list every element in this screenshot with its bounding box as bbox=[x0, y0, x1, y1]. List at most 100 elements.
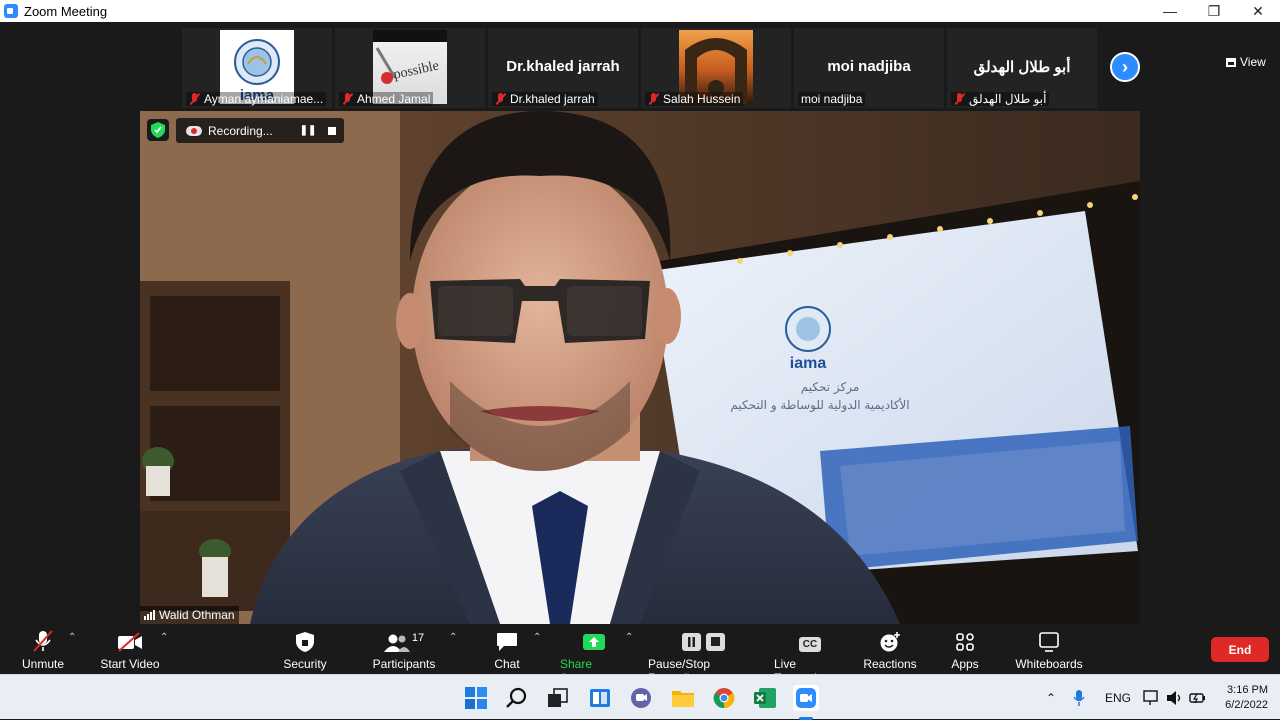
muted-mic-icon bbox=[648, 93, 660, 105]
participants-count: 17 bbox=[411, 632, 425, 644]
security-button[interactable]: Security bbox=[280, 630, 330, 671]
end-meeting-button[interactable]: End bbox=[1211, 637, 1269, 662]
video-options-caret[interactable]: ⌃ bbox=[160, 632, 168, 643]
apps-label: Apps bbox=[951, 657, 979, 671]
participant-name: Salah Hussein bbox=[645, 92, 744, 106]
active-speaker-video: iama مركز تحكيم الأكاديمية الدولية للوسا… bbox=[140, 111, 1140, 624]
unmute-label: Unmute bbox=[21, 657, 65, 671]
pause-recording-button[interactable]: ❚❚ bbox=[296, 125, 320, 136]
reactions-smiley-icon bbox=[879, 630, 901, 652]
clock-date: 6/2/2022 bbox=[1225, 698, 1268, 711]
network-icon[interactable] bbox=[1143, 675, 1161, 720]
participant-tile[interactable]: Salah Hussein bbox=[641, 28, 791, 108]
screen-logo: iama bbox=[790, 355, 827, 372]
battery-icon[interactable] bbox=[1189, 675, 1207, 720]
participants-label: Participants bbox=[372, 657, 436, 671]
muted-mic-icon bbox=[495, 93, 507, 105]
excel-icon[interactable] bbox=[752, 685, 778, 711]
signal-strength-icon bbox=[144, 610, 155, 620]
chevron-right-icon: › bbox=[1122, 56, 1128, 77]
muted-mic-icon bbox=[342, 93, 354, 105]
clock-time: 3:16 PM bbox=[1227, 683, 1268, 696]
show-hidden-icons[interactable]: ⌃ bbox=[1046, 675, 1056, 720]
reactions-label: Reactions bbox=[863, 657, 917, 671]
microphone-tray-icon[interactable] bbox=[1072, 675, 1086, 720]
apps-icon bbox=[955, 630, 975, 652]
participant-tile[interactable]: moi nadjiba moi nadjiba bbox=[794, 28, 944, 108]
chat-options-caret[interactable]: ⌃ bbox=[533, 632, 541, 643]
stop-recording-button[interactable] bbox=[320, 126, 344, 135]
cloud-recording-icon bbox=[186, 125, 202, 136]
windows-start-icon[interactable] bbox=[463, 685, 489, 711]
task-view-icon[interactable] bbox=[545, 685, 571, 711]
meeting-controls: Unmute ⌃ Start Video ⌃ Security 17 Parti… bbox=[0, 624, 1280, 685]
closed-caption-icon: CC bbox=[798, 630, 822, 652]
video-off-icon bbox=[117, 630, 143, 652]
share-options-caret[interactable]: ⌃ bbox=[625, 632, 633, 643]
chat-button[interactable]: Chat bbox=[490, 630, 524, 671]
view-button[interactable]: View bbox=[1226, 55, 1266, 69]
chat-icon bbox=[496, 630, 518, 652]
speaker-name: Walid Othman bbox=[159, 608, 235, 622]
clock[interactable]: 3:16 PM 6/2/2022 bbox=[1218, 675, 1268, 720]
language-indicator[interactable]: ENG bbox=[1105, 675, 1131, 720]
grid-view-icon bbox=[1226, 57, 1236, 67]
teams-chat-icon[interactable] bbox=[628, 685, 654, 711]
next-page-button[interactable]: › bbox=[1110, 52, 1140, 82]
participants-icon: 17 bbox=[383, 630, 425, 652]
whiteboards-button[interactable]: Whiteboards bbox=[1014, 630, 1084, 671]
recording-label: Recording... bbox=[208, 123, 273, 138]
close-icon[interactable]: ✕ bbox=[1236, 0, 1280, 22]
pause-stop-icon bbox=[681, 630, 727, 652]
view-label: View bbox=[1240, 55, 1266, 69]
restore-icon[interactable]: ❐ bbox=[1192, 0, 1236, 22]
chat-label: Chat bbox=[494, 657, 520, 671]
unmute-button[interactable]: Unmute bbox=[20, 630, 66, 671]
muted-mic-icon bbox=[189, 93, 201, 105]
participants-options-caret[interactable]: ⌃ bbox=[449, 632, 457, 643]
muted-microphone-icon bbox=[31, 630, 55, 652]
zoom-taskbar-icon[interactable] bbox=[793, 685, 819, 711]
recording-indicator: Recording... ❚❚ bbox=[176, 118, 344, 143]
search-icon[interactable] bbox=[504, 685, 530, 711]
screen-line-2: الأكاديمية الدولية للوساطة و التحكيم bbox=[730, 397, 909, 413]
cc-badge: CC bbox=[798, 637, 822, 652]
windows-taskbar: ⌃ ENG 3:16 PM 6/2/2022 bbox=[0, 674, 1280, 720]
chrome-icon[interactable] bbox=[711, 685, 737, 711]
participant-display-name: أبو طلال الهدلق bbox=[973, 59, 1071, 76]
participant-image-text: possible bbox=[392, 58, 440, 82]
participant-name: Ayman aymaniamae... bbox=[186, 92, 327, 106]
participant-display-name: moi nadjiba bbox=[827, 58, 911, 75]
screen-line-1: مركز تحكيم bbox=[801, 380, 860, 395]
share-screen-icon bbox=[582, 630, 606, 652]
security-label: Security bbox=[283, 657, 327, 671]
speaker-name-label: Walid Othman bbox=[140, 606, 239, 624]
muted-mic-icon bbox=[954, 93, 966, 105]
reactions-button[interactable]: Reactions bbox=[863, 630, 917, 671]
audio-options-caret[interactable]: ⌃ bbox=[68, 632, 76, 643]
zoom-app-icon bbox=[4, 4, 18, 18]
security-shield-icon bbox=[296, 630, 314, 652]
participant-name: أبو طلال الهدلق bbox=[951, 92, 1050, 106]
volume-icon[interactable] bbox=[1166, 675, 1184, 720]
participant-name: Ahmed Jamal bbox=[339, 92, 434, 106]
participants-button[interactable]: 17 Participants bbox=[372, 630, 436, 671]
window-title: Zoom Meeting bbox=[24, 3, 108, 19]
apps-button[interactable]: Apps bbox=[946, 630, 984, 671]
participant-tile[interactable]: Dr.khaled jarrah Dr.khaled jarrah bbox=[488, 28, 638, 108]
participant-gallery: iama Ayman aymaniamae... possible Ahmed … bbox=[0, 22, 1280, 110]
encryption-shield-icon[interactable] bbox=[147, 119, 169, 141]
title-bar: Zoom Meeting — ❐ ✕ bbox=[0, 0, 1280, 22]
participant-name: moi nadjiba bbox=[798, 92, 866, 106]
widgets-icon[interactable] bbox=[587, 685, 613, 711]
participant-tile[interactable]: iama Ayman aymaniamae... bbox=[182, 28, 332, 108]
participant-tile[interactable]: possible Ahmed Jamal bbox=[335, 28, 485, 108]
whiteboard-icon bbox=[1038, 630, 1060, 652]
file-explorer-icon[interactable] bbox=[670, 685, 696, 711]
minimize-icon[interactable]: — bbox=[1148, 0, 1192, 22]
participant-display-name: Dr.khaled jarrah bbox=[506, 58, 620, 75]
start-video-label: Start Video bbox=[100, 657, 160, 671]
participant-tile[interactable]: أبو طلال الهدلق أبو طلال الهدلق bbox=[947, 28, 1097, 108]
start-video-button[interactable]: Start Video bbox=[100, 630, 160, 671]
whiteboards-label: Whiteboards bbox=[1015, 657, 1083, 671]
